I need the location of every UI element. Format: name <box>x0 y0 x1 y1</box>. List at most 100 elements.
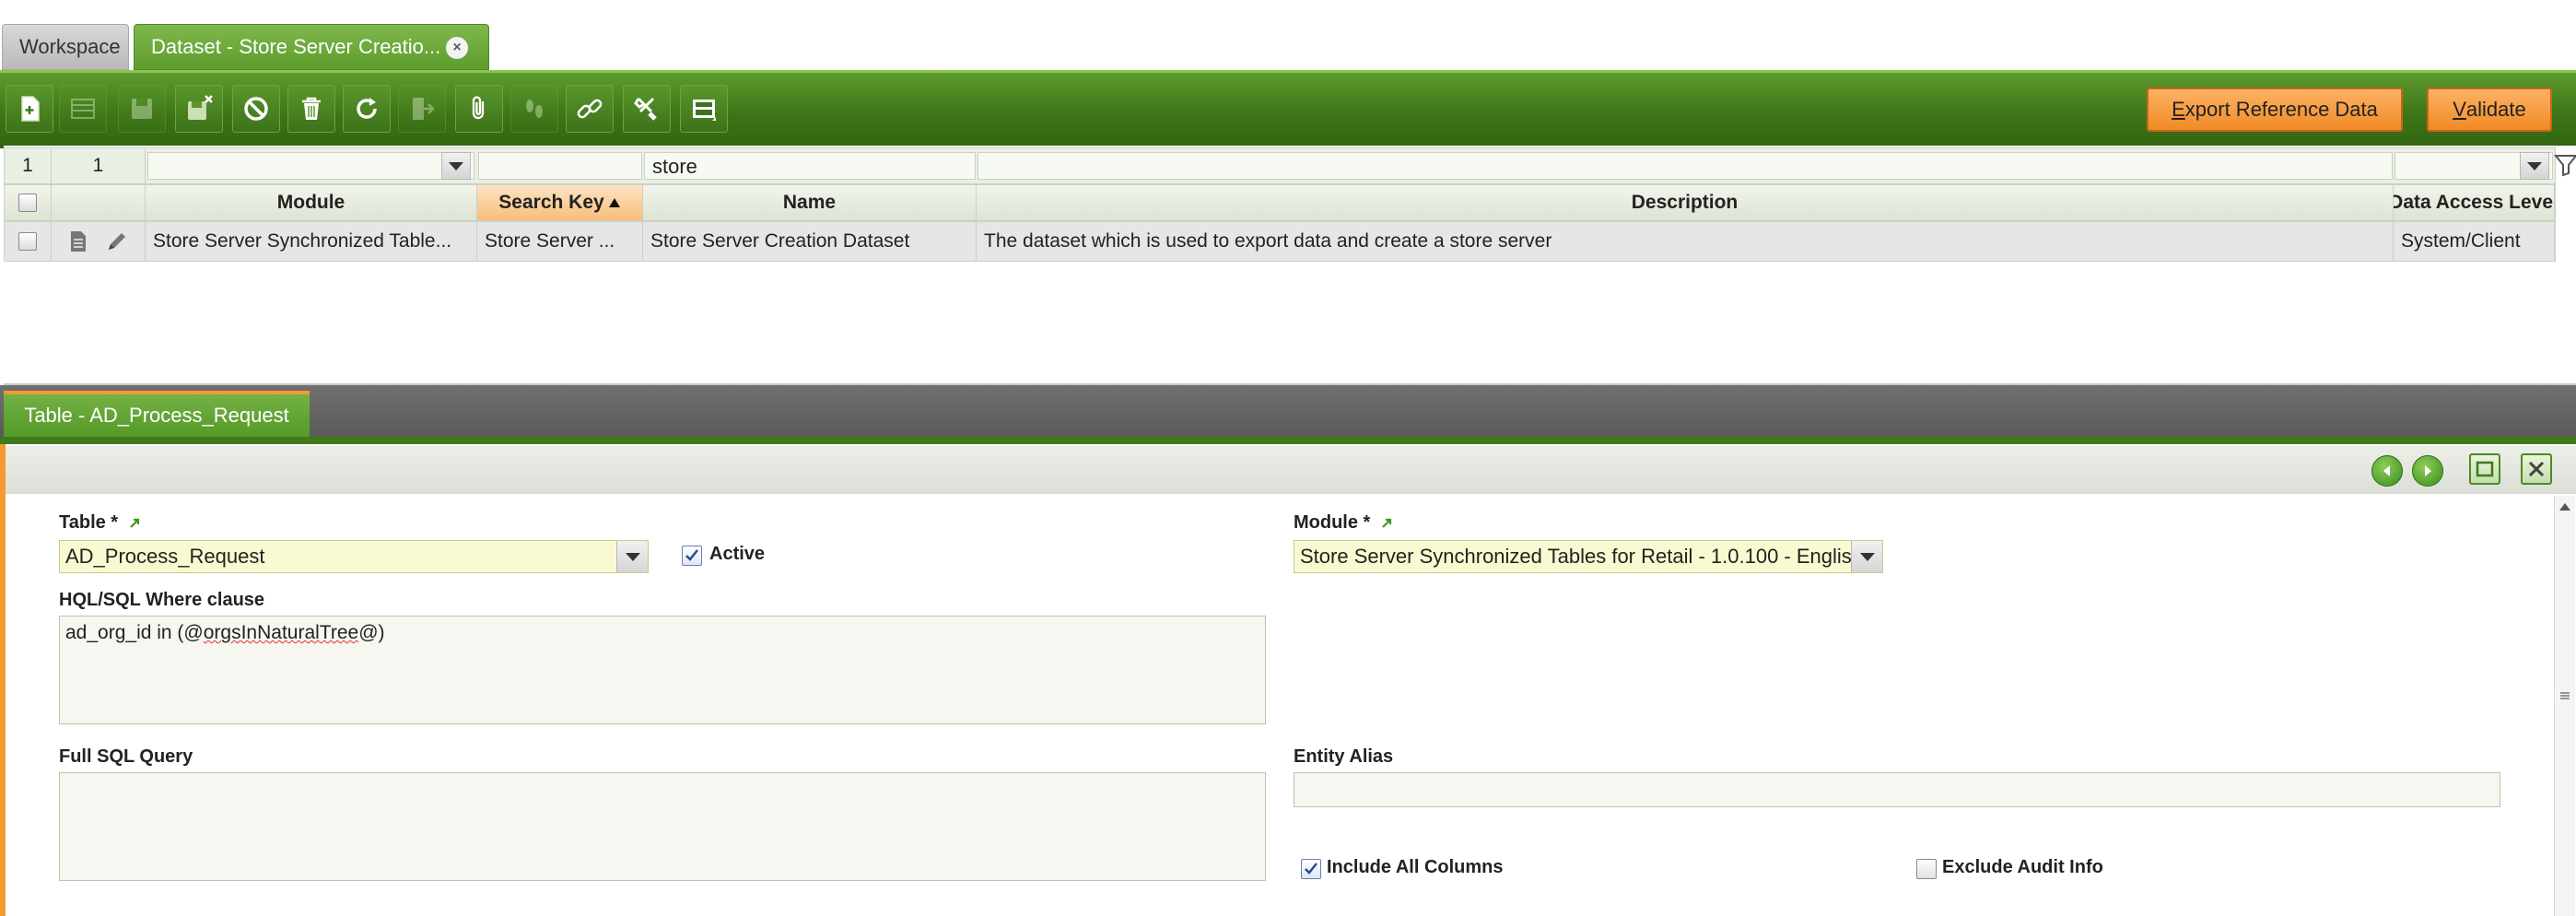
toggle-form-button[interactable] <box>680 85 728 133</box>
column-header-description[interactable]: Description <box>977 185 2394 220</box>
link-button[interactable] <box>566 85 614 133</box>
tab-dataset[interactable]: Dataset - Store Server Creatio... × <box>134 24 489 70</box>
validate-button[interactable]: Validate <box>2427 88 2552 132</box>
description-filter-input[interactable] <box>978 152 2393 180</box>
tools-button[interactable] <box>623 85 671 133</box>
tab-dataset-label: Dataset - Store Server Creatio... <box>151 35 441 58</box>
module-field-dropdown-icon[interactable] <box>1851 541 1882 572</box>
search-key-filter-input[interactable] <box>478 152 642 180</box>
grid-row-count: 1 <box>5 148 52 183</box>
export-button[interactable] <box>398 85 446 133</box>
data-access-level-filter-dropdown-icon[interactable] <box>2520 152 2549 180</box>
table-field-dropdown-icon[interactable] <box>616 541 648 572</box>
include-all-columns-label: Include All Columns <box>1327 857 1504 877</box>
cell-search-key: Store Server ... <box>477 222 643 261</box>
table-field-label-text: Table * <box>59 512 119 533</box>
delete-button[interactable] <box>287 85 335 133</box>
save-button[interactable] <box>118 85 166 133</box>
scroll-up-icon[interactable] <box>2558 501 2571 512</box>
name-filter-input[interactable]: store <box>644 152 976 180</box>
row-checkbox[interactable] <box>18 232 37 251</box>
full-sql-query-label: Full SQL Query <box>59 746 193 767</box>
export-reference-data-label: xport Reference Data <box>2184 98 2378 121</box>
child-tab-bar: Table - AD_Process_Request <box>0 385 2576 437</box>
checkmark-icon <box>685 549 698 561</box>
active-checkbox[interactable] <box>682 546 702 566</box>
undo-button[interactable] <box>232 85 280 133</box>
form-toolbar <box>6 446 2576 494</box>
attachment-button[interactable] <box>455 85 503 133</box>
full-sql-query-field[interactable] <box>59 772 1266 881</box>
table-field-label: Table * <box>59 512 140 534</box>
header-actions-cell <box>52 185 146 220</box>
maximize-form-button[interactable] <box>2469 453 2500 485</box>
column-header-name[interactable]: Name <box>643 185 977 220</box>
module-field-label: Module * <box>1294 512 1392 534</box>
edit-pencil-icon[interactable] <box>105 229 129 253</box>
sort-ascending-icon <box>608 198 620 207</box>
row-select-cell[interactable] <box>5 222 52 261</box>
undo-icon <box>244 97 268 121</box>
main-toolbar: Export Reference Data Validate <box>0 70 2576 148</box>
open-form-icon[interactable] <box>67 229 89 253</box>
module-filter-dropdown-icon[interactable] <box>441 152 471 180</box>
new-record-button[interactable] <box>6 85 53 133</box>
column-header-data-access-level[interactable]: Data Access Level <box>2394 185 2555 220</box>
link-arrow-icon[interactable] <box>1381 518 1392 529</box>
column-header-module[interactable]: Module <box>146 185 477 220</box>
new-icon <box>21 96 40 122</box>
close-form-button[interactable] <box>2521 453 2552 485</box>
form-scrollbar[interactable] <box>2554 496 2575 916</box>
close-tab-icon[interactable]: × <box>446 37 468 59</box>
export-reference-data-access-key: E <box>2172 98 2185 121</box>
child-tab-label: Table - AD_Process_Request <box>24 404 289 427</box>
module-field-value: Store Server Synchronized Tables for Ret… <box>1300 545 1864 568</box>
tab-workspace-label: Workspace <box>19 35 121 58</box>
select-all-checkbox[interactable] <box>18 194 37 212</box>
grid-selected-count: 1 <box>52 148 146 183</box>
cell-description: The dataset which is used to export data… <box>977 222 2394 261</box>
close-icon <box>2528 461 2545 477</box>
include-all-columns-checkbox[interactable] <box>1301 859 1321 879</box>
entity-alias-field[interactable] <box>1294 772 2500 807</box>
hql-where-clause-text-a: ad_org_id in (@ <box>65 622 204 643</box>
hql-where-clause-label: HQL/SQL Where clause <box>59 590 265 610</box>
table-row[interactable]: Store Server Synchronized Table... Store… <box>4 221 2556 262</box>
link-arrow-icon[interactable] <box>129 518 140 529</box>
refresh-button[interactable] <box>343 85 391 133</box>
table-field[interactable]: AD_Process_Request <box>59 540 649 573</box>
checkmark-icon <box>1305 863 1317 875</box>
grid-view-button[interactable] <box>59 85 107 133</box>
module-filter-input[interactable] <box>147 152 474 180</box>
module-field[interactable]: Store Server Synchronized Tables for Ret… <box>1294 540 1883 573</box>
save-close-button[interactable] <box>175 85 223 133</box>
entity-alias-label: Entity Alias <box>1294 746 1394 767</box>
section-divider <box>0 437 2576 444</box>
arrow-left-icon <box>2383 465 2390 476</box>
tools-icon <box>634 97 657 121</box>
link-icon <box>577 99 603 119</box>
hql-where-clause-text-b: orgsInNaturalTree <box>203 622 359 643</box>
exclude-audit-info-label: Exclude Audit Info <box>1942 857 2103 877</box>
audit-trail-icon <box>526 100 543 118</box>
toggle-form-icon <box>693 100 716 121</box>
export-icon <box>413 98 435 120</box>
validate-label: alidate <box>2465 98 2526 121</box>
filter-funnel-icon[interactable] <box>2554 153 2576 177</box>
column-header-search-key-label: Search Key <box>498 192 604 213</box>
column-header-search-key[interactable]: Search Key <box>477 185 643 220</box>
hql-where-clause-field[interactable]: ad_org_id in (@orgsInNaturalTree@) <box>59 616 1266 724</box>
export-reference-data-button[interactable]: Export Reference Data <box>2147 88 2403 132</box>
scroll-thumb-grip-icon[interactable] <box>2558 689 2571 702</box>
tab-workspace[interactable]: Workspace <box>2 24 129 70</box>
cell-data-access-level: System/Client <box>2394 222 2555 261</box>
previous-record-button[interactable] <box>2371 455 2403 487</box>
grid-header-row: Module Search Key Name Description Data … <box>4 184 2556 221</box>
next-record-button[interactable] <box>2412 455 2443 487</box>
select-all-cell[interactable] <box>5 185 52 220</box>
active-label: Active <box>709 544 766 564</box>
exclude-audit-info-checkbox[interactable] <box>1916 859 1937 879</box>
dataset-grid: 1 1 store Module Search Key Name Descrip… <box>4 146 2576 385</box>
audit-trail-button[interactable] <box>510 85 558 133</box>
tab-table-ad-process-request[interactable]: Table - AD_Process_Request <box>4 391 310 437</box>
